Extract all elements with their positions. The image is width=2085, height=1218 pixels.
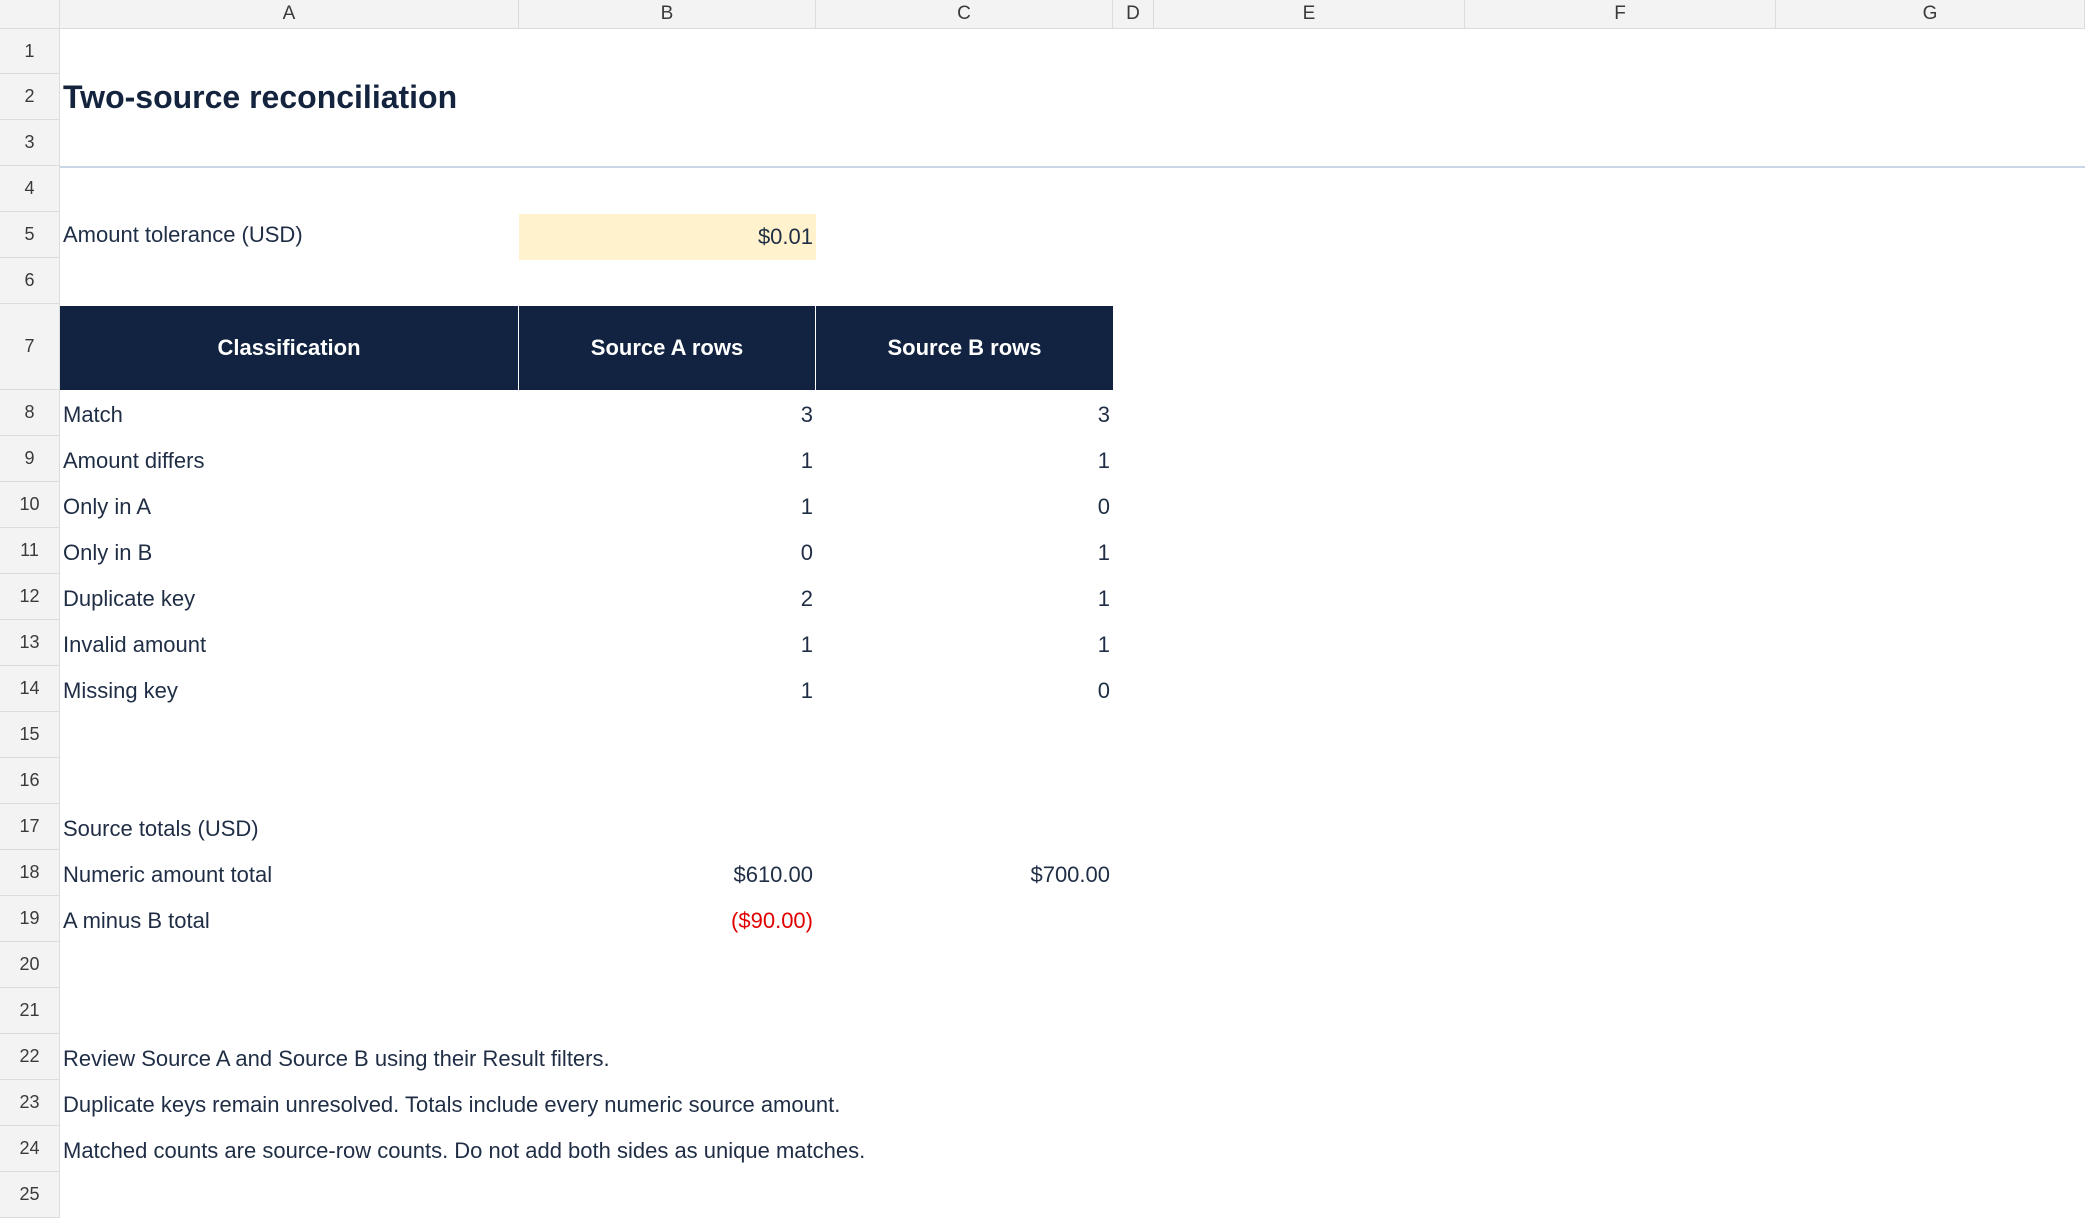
numeric-total-a[interactable]: $610.00 (519, 852, 816, 898)
column-header-g[interactable]: G (1776, 0, 2085, 29)
row-header[interactable]: 16 (0, 758, 60, 804)
classification-cell[interactable]: Missing key (60, 668, 519, 714)
diff-value[interactable]: ($90.00) (519, 898, 816, 944)
row-header[interactable]: 25 (0, 1172, 60, 1218)
row-header[interactable]: 6 (0, 258, 60, 304)
row-header[interactable]: 1 (0, 29, 60, 74)
row-header[interactable]: 8 (0, 390, 60, 436)
title-divider (60, 166, 2085, 168)
classification-cell[interactable]: Only in A (60, 484, 519, 530)
numeric-total-b[interactable]: $700.00 (816, 852, 1113, 898)
source-b-count-cell[interactable]: 3 (816, 392, 1113, 438)
source-a-count-cell[interactable]: 3 (519, 392, 816, 438)
column-header-b[interactable]: B (519, 0, 816, 29)
diff-label[interactable]: A minus B total (60, 898, 519, 944)
select-all-corner[interactable] (0, 0, 60, 29)
source-a-count-cell[interactable]: 0 (519, 530, 816, 576)
classification-cell[interactable]: Match (60, 392, 519, 438)
source-a-count-cell[interactable]: 1 (519, 668, 816, 714)
source-a-count-cell[interactable]: 1 (519, 484, 816, 530)
tolerance-input[interactable]: $0.01 (519, 214, 816, 260)
note-line[interactable]: Matched counts are source-row counts. Do… (60, 1128, 1160, 1174)
column-header-f[interactable]: F (1465, 0, 1776, 29)
row-header[interactable]: 15 (0, 712, 60, 758)
classification-cell[interactable]: Amount differs (60, 438, 519, 484)
source-a-count-cell[interactable]: 2 (519, 576, 816, 622)
row-header[interactable]: 22 (0, 1034, 60, 1080)
numeric-total-label[interactable]: Numeric amount total (60, 852, 519, 898)
column-header-e[interactable]: E (1154, 0, 1465, 29)
row-header[interactable]: 2 (0, 74, 60, 120)
row-header[interactable]: 13 (0, 620, 60, 666)
tolerance-label[interactable]: Amount tolerance (USD) (60, 212, 519, 258)
note-line[interactable]: Duplicate keys remain unresolved. Totals… (60, 1082, 1160, 1128)
source-b-count-cell[interactable]: 1 (816, 438, 1113, 484)
row-header[interactable]: 17 (0, 804, 60, 850)
row-header[interactable]: 24 (0, 1126, 60, 1172)
row-header[interactable]: 14 (0, 666, 60, 712)
spreadsheet-grid: A B C D E F G 1 2 3 4 5 6 7 8 9 10 11 12… (0, 0, 2085, 1218)
row-header[interactable]: 21 (0, 988, 60, 1034)
totals-heading[interactable]: Source totals (USD) (60, 806, 519, 852)
row-header[interactable]: 18 (0, 850, 60, 896)
source-a-count-cell[interactable]: 1 (519, 622, 816, 668)
note-line[interactable]: Review Source A and Source B using their… (60, 1036, 1160, 1082)
row-header[interactable]: 23 (0, 1080, 60, 1126)
row-header[interactable]: 12 (0, 574, 60, 620)
header-classification[interactable]: Classification (60, 306, 519, 390)
row-header[interactable]: 19 (0, 896, 60, 942)
row-header[interactable]: 7 (0, 304, 60, 390)
row-header[interactable]: 9 (0, 436, 60, 482)
row-header[interactable]: 3 (0, 120, 60, 166)
source-b-count-cell[interactable]: 0 (816, 668, 1113, 714)
column-header-d[interactable]: D (1113, 0, 1154, 29)
classification-cell[interactable]: Duplicate key (60, 576, 519, 622)
row-header[interactable]: 11 (0, 528, 60, 574)
source-a-count-cell[interactable]: 1 (519, 438, 816, 484)
header-source-a-rows[interactable]: Source A rows (519, 306, 816, 390)
row-header[interactable]: 5 (0, 212, 60, 258)
row-header[interactable]: 20 (0, 942, 60, 988)
column-header-c[interactable]: C (816, 0, 1113, 29)
classification-cell[interactable]: Only in B (60, 530, 519, 576)
source-b-count-cell[interactable]: 1 (816, 622, 1113, 668)
source-b-count-cell[interactable]: 1 (816, 576, 1113, 622)
header-source-b-rows[interactable]: Source B rows (816, 306, 1113, 390)
row-header[interactable]: 4 (0, 166, 60, 212)
row-header[interactable]: 10 (0, 482, 60, 528)
column-header-a[interactable]: A (60, 0, 519, 29)
source-b-count-cell[interactable]: 0 (816, 484, 1113, 530)
source-b-count-cell[interactable]: 1 (816, 530, 1113, 576)
classification-cell[interactable]: Invalid amount (60, 622, 519, 668)
sheet-title[interactable]: Two-source reconciliation (60, 74, 660, 120)
